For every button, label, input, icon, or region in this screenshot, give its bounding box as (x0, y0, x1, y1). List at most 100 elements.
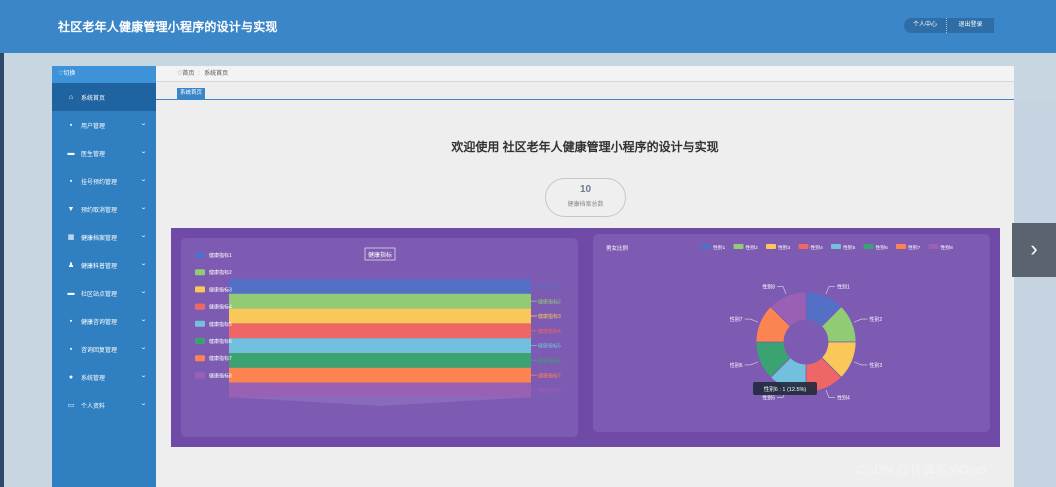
sidebar-item-icon: ▭ (67, 402, 75, 409)
funnel-legend-label: 健康指标3 (209, 286, 232, 293)
sidebar-item-5[interactable]: ▦ 健康档案管理 ⌄ (52, 223, 156, 251)
sidebar-item-icon: ● (68, 373, 74, 381)
chevron-down-icon: ⌄ (139, 289, 148, 295)
app-title: 社区老年人健康管理小程序的设计与实现 (58, 20, 278, 34)
chevron-down-icon: ⌄ (139, 373, 148, 379)
pie-title: 男女比例 (606, 244, 629, 252)
chevron-down-icon: ⌄ (139, 177, 148, 183)
chevron-down-icon: ⌄ (139, 401, 148, 407)
funnel-segment[interactable] (229, 338, 531, 353)
left-edge-strip (0, 53, 4, 487)
sub-header-band (4, 53, 1056, 64)
funnel-legend-swatch[interactable] (195, 320, 205, 327)
sidebar-item-8[interactable]: ▪ 健康咨询管理 ⌄ (52, 307, 156, 335)
sidebar-item-label: 用户管理 (81, 123, 106, 130)
pie-legend-label: 性别2 (746, 244, 759, 251)
pie-slice-label: 性别7 (730, 316, 743, 323)
sidebar-toggle[interactable]: ♡切换 (52, 66, 156, 83)
sidebar-item-6[interactable]: ♟ 健康科普管理 ⌄ (52, 251, 156, 279)
sidebar-item-label: 挂号预约管理 (81, 179, 118, 186)
pie-chart-card: 男女比例 性别1 性别2 性别3 性别4 性别5 性别6 性别7 性别8 性别1 性别2 性别3 性别4… (593, 234, 990, 432)
pie-slice-label: 性别1 (837, 284, 850, 291)
breadcrumb: ♡首页: 系统首页 (156, 66, 1014, 82)
funnel-segment[interactable] (229, 367, 531, 383)
pie-chart[interactable]: 男女比例 性别1 性别2 性别3 性别4 性别5 性别6 性别7 性别8性别1性别2性别3性别4… (593, 234, 990, 432)
sidebar-item-label: 个人资料 (81, 403, 106, 410)
tab-bar: 系统首页 (156, 82, 1014, 100)
sidebar-item-label: 健康咨询管理 (81, 319, 118, 326)
funnel-legend-swatch[interactable] (195, 269, 205, 276)
funnel-segment-label: 健康指标6 (538, 358, 561, 365)
funnel-segment[interactable] (229, 308, 531, 324)
tab-home[interactable]: 系统首页 (177, 88, 206, 99)
pie-legend-swatch[interactable] (863, 244, 874, 249)
pie-legend-swatch[interactable] (928, 244, 939, 249)
sidebar-item-11[interactable]: ▭ 个人资料 ⌄ (52, 391, 156, 419)
pie-slice-label: 性别6 (730, 362, 743, 369)
sidebar-item-icon: ▦ (67, 234, 75, 241)
funnel-legend-label: 健康指标8 (209, 372, 232, 379)
funnel-legend-label: 健康指标5 (209, 321, 232, 328)
pie-legend-label: 性别8 (941, 244, 954, 251)
sidebar: ♡切换 ⌂ 系统首页 ▪ 用户管理 ⌄ ▬ 医生管理 ⌄ ▪ 挂号预约管理 ⌄ ▼ 预约取消管理 ⌄ ▦ 健康… (52, 66, 156, 487)
sidebar-item-icon: ▼ (67, 205, 75, 213)
pie-legend-swatch[interactable] (896, 244, 906, 249)
funnel-legend-label: 健康指标2 (209, 269, 232, 276)
funnel-legend-label: 健康指标7 (209, 355, 232, 362)
pie-legend-swatch[interactable] (766, 244, 776, 249)
chevron-down-icon: ⌄ (139, 345, 148, 351)
funnel-legend-swatch[interactable] (195, 286, 205, 293)
breadcrumb-home[interactable]: ♡首页 (177, 71, 194, 77)
funnel-segment-label: 健康指标7 (538, 372, 561, 379)
sidebar-item-0[interactable]: ⌂ 系统首页 (52, 83, 156, 111)
pie-slice-label: 性别8 (762, 284, 775, 291)
personal-center-button[interactable]: 个人中心 (904, 18, 947, 33)
funnel-segment-label: 健康指标4 (538, 328, 561, 335)
sidebar-item-10[interactable]: ● 系统管理 ⌄ (52, 363, 156, 391)
sidebar-item-1[interactable]: ▪ 用户管理 ⌄ (52, 111, 156, 139)
funnel-segment[interactable] (229, 353, 531, 368)
funnel-segment[interactable] (229, 382, 531, 398)
chevron-down-icon: ⌄ (139, 205, 148, 211)
funnel-segment-label: 健康指标2 (538, 298, 561, 305)
pie-legend-swatch[interactable] (798, 244, 809, 249)
pie-legend-swatch[interactable] (831, 244, 841, 249)
stat-label: 健康档案总数 (567, 202, 604, 208)
pie-legend-label: 性别3 (778, 244, 791, 251)
funnel-legend-swatch[interactable] (195, 338, 205, 344)
sidebar-item-4[interactable]: ▼ 预约取消管理 ⌄ (52, 195, 156, 223)
funnel-legend-swatch[interactable] (195, 355, 205, 362)
funnel-segment-label: 健康指标1 (538, 284, 561, 291)
pie-legend-swatch[interactable] (733, 244, 744, 249)
sidebar-item-7[interactable]: ▬ 社区站点管理 ⌄ (52, 279, 156, 307)
sidebar-item-label: 预约取消管理 (81, 207, 118, 214)
funnel-segment[interactable] (229, 293, 531, 309)
pie-label-line (777, 286, 787, 295)
logout-button[interactable]: 退出登录 (946, 18, 995, 33)
chevron-down-icon: ⌄ (139, 317, 148, 323)
funnel-segment[interactable] (229, 323, 531, 339)
sidebar-item-2[interactable]: ▬ 医生管理 ⌄ (52, 139, 156, 167)
pie-legend-label: 性别6 (876, 244, 889, 251)
pie-legend-label: 性别1 (713, 244, 726, 251)
welcome-title: 欢迎使用 社区老年人健康管理小程序的设计与实现 (451, 140, 719, 154)
sidebar-item-3[interactable]: ▪ 挂号预约管理 ⌄ (52, 167, 156, 195)
funnel-legend-swatch[interactable] (195, 252, 205, 258)
sidebar-item-label: 系统首页 (81, 95, 106, 102)
header-actions: 个人中心 退出登录 (904, 18, 995, 33)
pie-slice-label: 性别5 (762, 394, 775, 401)
funnel-chart[interactable]: 健康指标健康指标1健康指标1健康指标2健康指标2健康指标3健康指标3健康指标4健… (181, 238, 578, 437)
funnel-segment-label: 健康指标5 (538, 343, 561, 350)
funnel-legend-swatch[interactable] (195, 303, 205, 310)
pie-legend-swatch[interactable] (701, 244, 711, 249)
funnel-segment[interactable] (229, 279, 531, 294)
health-record-stat: 10 健康档案总数 (545, 178, 626, 217)
sidebar-item-9[interactable]: ▪ 咨询回复管理 ⌄ (52, 335, 156, 363)
next-arrow-button[interactable]: › (1012, 223, 1056, 277)
pie-label-line (744, 361, 759, 366)
funnel-segment-label: 健康指标3 (538, 313, 561, 320)
funnel-legend-swatch[interactable] (195, 372, 205, 379)
pie-legend-label: 性别7 (908, 244, 921, 251)
sidebar-item-label: 医生管理 (81, 151, 106, 158)
chevron-down-icon: ⌄ (139, 121, 148, 127)
